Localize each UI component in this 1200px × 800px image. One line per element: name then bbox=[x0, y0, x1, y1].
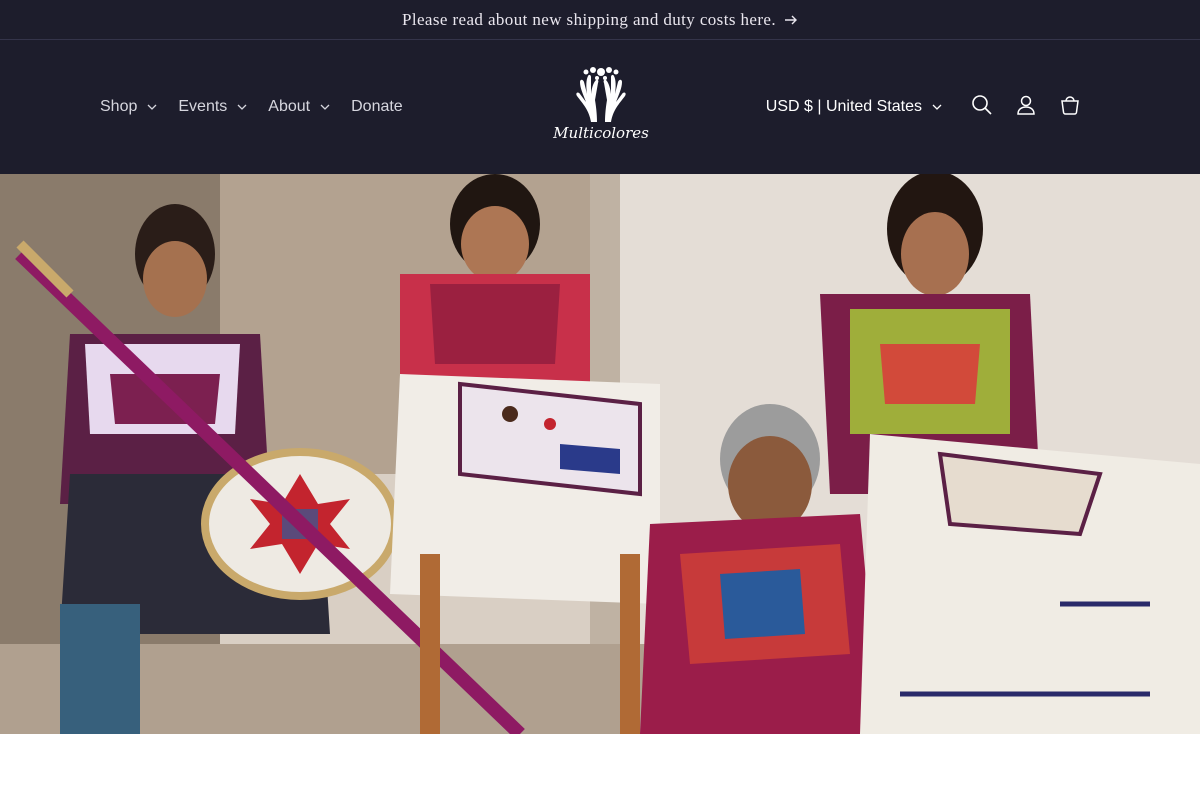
logo-text: Multicolores bbox=[553, 124, 649, 142]
announcement-bar[interactable]: Please read about new shipping and duty … bbox=[0, 0, 1200, 40]
main-nav: Shop Events About Donate bbox=[100, 40, 424, 174]
account-icon bbox=[1015, 94, 1037, 121]
nav-about-label: About bbox=[268, 98, 311, 115]
cart-icon bbox=[1059, 94, 1081, 121]
chevron-down-icon bbox=[932, 104, 942, 110]
nav-events-label: Events bbox=[178, 98, 228, 115]
nav-donate-label: Donate bbox=[351, 98, 403, 115]
artisans-photo bbox=[0, 174, 1200, 734]
hero-image bbox=[0, 174, 1200, 734]
announcement-text[interactable]: Please read about new shipping and duty … bbox=[402, 10, 776, 30]
header-actions: USD $ | United States bbox=[766, 40, 1092, 174]
nav-about[interactable]: About bbox=[268, 98, 330, 116]
search-icon bbox=[971, 94, 993, 121]
account-button[interactable] bbox=[1004, 85, 1048, 129]
nav-events[interactable]: Events bbox=[178, 98, 247, 116]
locale-label: USD $ | United States bbox=[765, 98, 922, 115]
site-logo[interactable]: Multicolores bbox=[553, 66, 649, 150]
logo-hands-tree-icon bbox=[576, 67, 626, 122]
cart-button[interactable] bbox=[1048, 85, 1092, 129]
chevron-down-icon bbox=[320, 104, 330, 110]
chevron-down-icon bbox=[237, 104, 247, 110]
nav-donate[interactable]: Donate bbox=[351, 98, 403, 116]
currency-country-selector[interactable]: USD $ | United States bbox=[766, 98, 942, 116]
nav-shop-label: Shop bbox=[100, 98, 138, 115]
site-header: Shop Events About Donate Multicolores US… bbox=[0, 40, 1200, 174]
arrow-right-icon bbox=[784, 15, 798, 25]
page-content-start bbox=[0, 734, 1200, 800]
chevron-down-icon bbox=[147, 104, 157, 110]
search-button[interactable] bbox=[960, 85, 1004, 129]
nav-shop[interactable]: Shop bbox=[100, 98, 157, 116]
